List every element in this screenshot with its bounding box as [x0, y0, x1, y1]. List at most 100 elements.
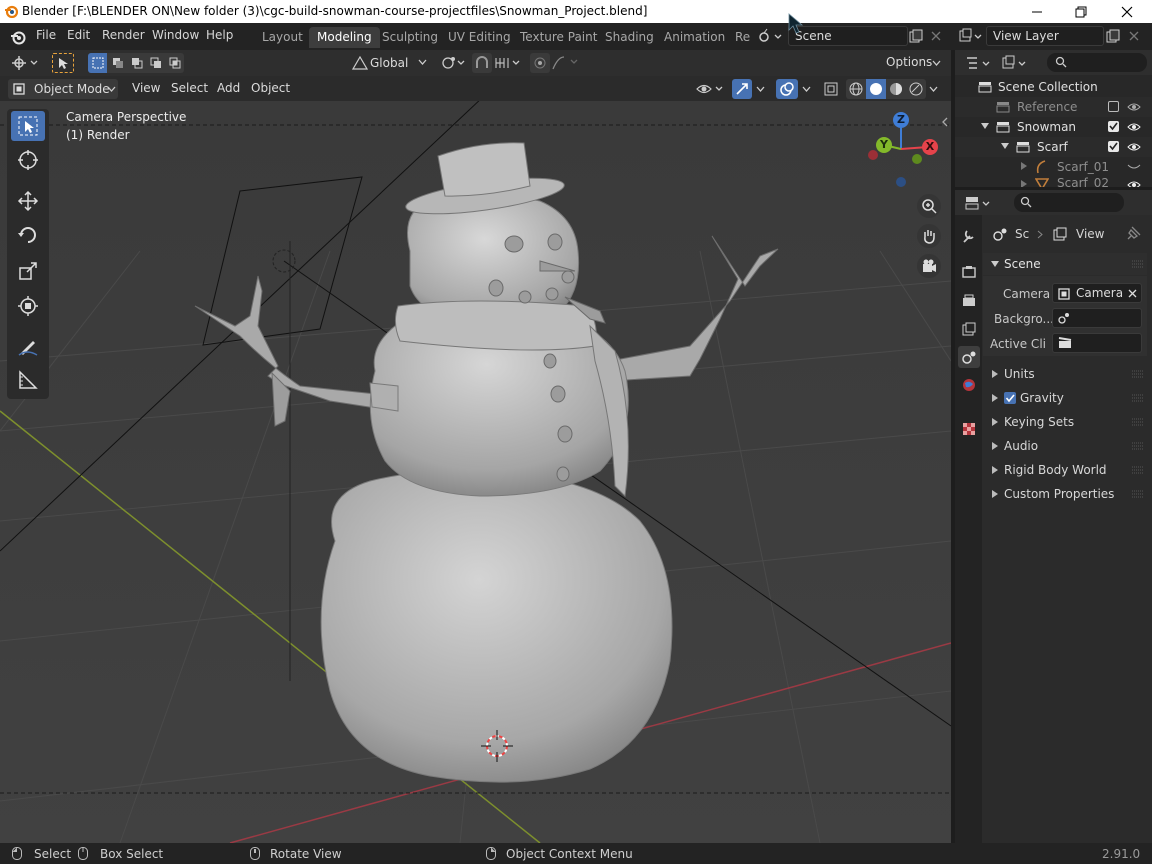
scene-browse-icon[interactable] — [758, 28, 784, 44]
pan-hand-icon[interactable] — [917, 224, 941, 248]
tab-layout[interactable]: Layout — [254, 27, 311, 48]
tab-uv-editing[interactable]: UV Editing — [440, 27, 519, 48]
object-menu[interactable]: Object — [251, 81, 290, 95]
gizmo-options-chevron-icon[interactable] — [756, 86, 765, 92]
add-menu[interactable]: Add — [217, 81, 240, 95]
menu-window[interactable]: Window — [152, 28, 199, 42]
delete-scene-icon[interactable] — [926, 26, 946, 46]
properties-editor-type-icon[interactable] — [965, 195, 993, 211]
eye-icon[interactable] — [1127, 101, 1141, 113]
drag-handle-icon[interactable] — [1132, 442, 1144, 450]
overlays-toggle-icon[interactable] — [776, 79, 798, 99]
tab-sculpting[interactable]: Sculpting — [374, 27, 446, 48]
gravity-subpanel[interactable]: Gravity — [983, 387, 1147, 409]
output-tab-icon[interactable] — [958, 290, 980, 312]
gizmo-z-axis[interactable]: Z — [893, 112, 909, 128]
render-tab-icon[interactable] — [958, 261, 980, 283]
select-intersect-icon[interactable] — [165, 53, 184, 73]
select-subtract-icon[interactable] — [127, 53, 146, 73]
outliner-row-scarf[interactable]: Scarf — [955, 137, 1152, 157]
outliner-row-scarf-01[interactable]: Scarf_01 — [955, 157, 1152, 177]
scene-panel-header[interactable]: Scene — [983, 253, 1147, 275]
texture-tab-icon[interactable] — [958, 418, 980, 440]
drag-handle-icon[interactable] — [1132, 418, 1144, 426]
keying-sets-subpanel[interactable]: Keying Sets — [983, 411, 1147, 433]
rendered-shading-icon[interactable] — [906, 79, 926, 99]
tool-settings-tab-icon[interactable] — [958, 225, 980, 247]
close-window-button[interactable] — [1104, 0, 1150, 23]
audio-subpanel[interactable]: Audio — [983, 435, 1147, 457]
view-layer-icon[interactable] — [958, 28, 984, 44]
zoom-icon[interactable] — [917, 194, 941, 218]
gravity-checkbox[interactable] — [1004, 392, 1016, 404]
outliner-row-scene-collection[interactable]: Scene Collection — [955, 77, 1152, 97]
blender-menu-icon[interactable] — [10, 29, 26, 45]
options-dropdown[interactable]: Options — [880, 53, 944, 73]
object-mode-dropdown[interactable]: Object Mode — [8, 79, 118, 99]
gizmo-x-axis[interactable]: X — [922, 139, 938, 155]
xray-toggle-icon[interactable] — [822, 80, 840, 98]
drag-handle-icon[interactable] — [1132, 260, 1144, 268]
drag-handle-icon[interactable] — [1132, 394, 1144, 402]
menu-edit[interactable]: Edit — [67, 28, 90, 42]
editor-type-icon[interactable] — [10, 54, 40, 72]
pivot-point-icon[interactable] — [440, 54, 466, 72]
world-tab-icon[interactable] — [958, 374, 980, 396]
new-scene-icon[interactable] — [906, 26, 926, 46]
select-box-tool[interactable] — [11, 111, 45, 141]
background-scene-field[interactable] — [1052, 308, 1142, 328]
menu-help[interactable]: Help — [206, 28, 233, 42]
navigation-gizmo[interactable]: Z X Y — [862, 109, 942, 189]
scene-name-field[interactable]: Scene — [788, 26, 908, 46]
transform-tool[interactable] — [11, 291, 45, 321]
collapsed-arrow-icon[interactable] — [1021, 162, 1027, 170]
menu-file[interactable]: File — [36, 28, 56, 42]
tab-rendering-truncated[interactable]: Re — [727, 27, 758, 48]
outliner-row-scarf-02[interactable]: Scarf_02 — [955, 177, 1152, 187]
include-checkbox[interactable] — [1108, 141, 1119, 152]
select-extend-icon[interactable] — [108, 53, 127, 73]
scale-tool[interactable] — [11, 256, 45, 286]
transform-orientation-dropdown[interactable]: Global — [370, 53, 430, 73]
select-menu[interactable]: Select — [171, 81, 208, 95]
rigid-body-world-subpanel[interactable]: Rigid Body World — [983, 459, 1147, 481]
view-layer-tab-icon[interactable] — [958, 318, 980, 340]
wireframe-shading-icon[interactable] — [846, 79, 866, 99]
tab-texture-paint[interactable]: Texture Paint — [512, 27, 605, 48]
eye-icon[interactable] — [1127, 179, 1141, 187]
eye-closed-icon[interactable] — [1127, 161, 1141, 173]
tab-shading[interactable]: Shading — [597, 27, 662, 48]
falloff-curve-icon[interactable] — [552, 56, 582, 70]
tab-modeling[interactable]: Modeling — [309, 27, 380, 48]
drag-handle-icon[interactable] — [1132, 466, 1144, 474]
solid-shading-icon[interactable] — [866, 79, 886, 99]
delete-view-layer-icon[interactable] — [1124, 26, 1144, 46]
overlays-options-chevron-icon[interactable] — [802, 86, 811, 92]
gizmo-toggle-icon[interactable] — [732, 79, 752, 99]
expand-arrow-icon[interactable] — [981, 123, 989, 129]
proportional-edit-icon[interactable] — [530, 53, 550, 73]
properties-search-input[interactable] — [1014, 193, 1124, 212]
move-tool[interactable] — [11, 186, 45, 216]
sidebar-toggle-icon[interactable] — [941, 117, 949, 127]
material-preview-icon[interactable] — [886, 79, 906, 99]
view-menu[interactable]: View — [132, 81, 160, 95]
shading-options-chevron-icon[interactable] — [929, 86, 938, 92]
new-view-layer-icon[interactable] — [1103, 26, 1123, 46]
drag-handle-icon[interactable] — [1132, 370, 1144, 378]
units-subpanel[interactable]: Units — [983, 363, 1147, 385]
snap-target-icon[interactable] — [494, 55, 522, 71]
select-invert-icon[interactable] — [146, 53, 165, 73]
tab-animation[interactable]: Animation — [656, 27, 733, 48]
outliner-search-input[interactable] — [1047, 53, 1147, 72]
gizmo-y-axis[interactable]: Y — [876, 137, 892, 153]
eye-icon[interactable] — [1127, 121, 1141, 133]
restore-button[interactable] — [1058, 0, 1104, 23]
view-layer-field[interactable]: View Layer — [986, 26, 1104, 46]
visibility-filter-icon[interactable] — [696, 80, 726, 98]
collapsed-arrow-icon[interactable] — [1021, 180, 1027, 187]
expand-arrow-icon[interactable] — [1001, 143, 1009, 149]
display-mode-icon[interactable] — [1001, 55, 1029, 71]
annotate-tool[interactable] — [11, 331, 45, 361]
active-clip-field[interactable] — [1052, 333, 1142, 353]
